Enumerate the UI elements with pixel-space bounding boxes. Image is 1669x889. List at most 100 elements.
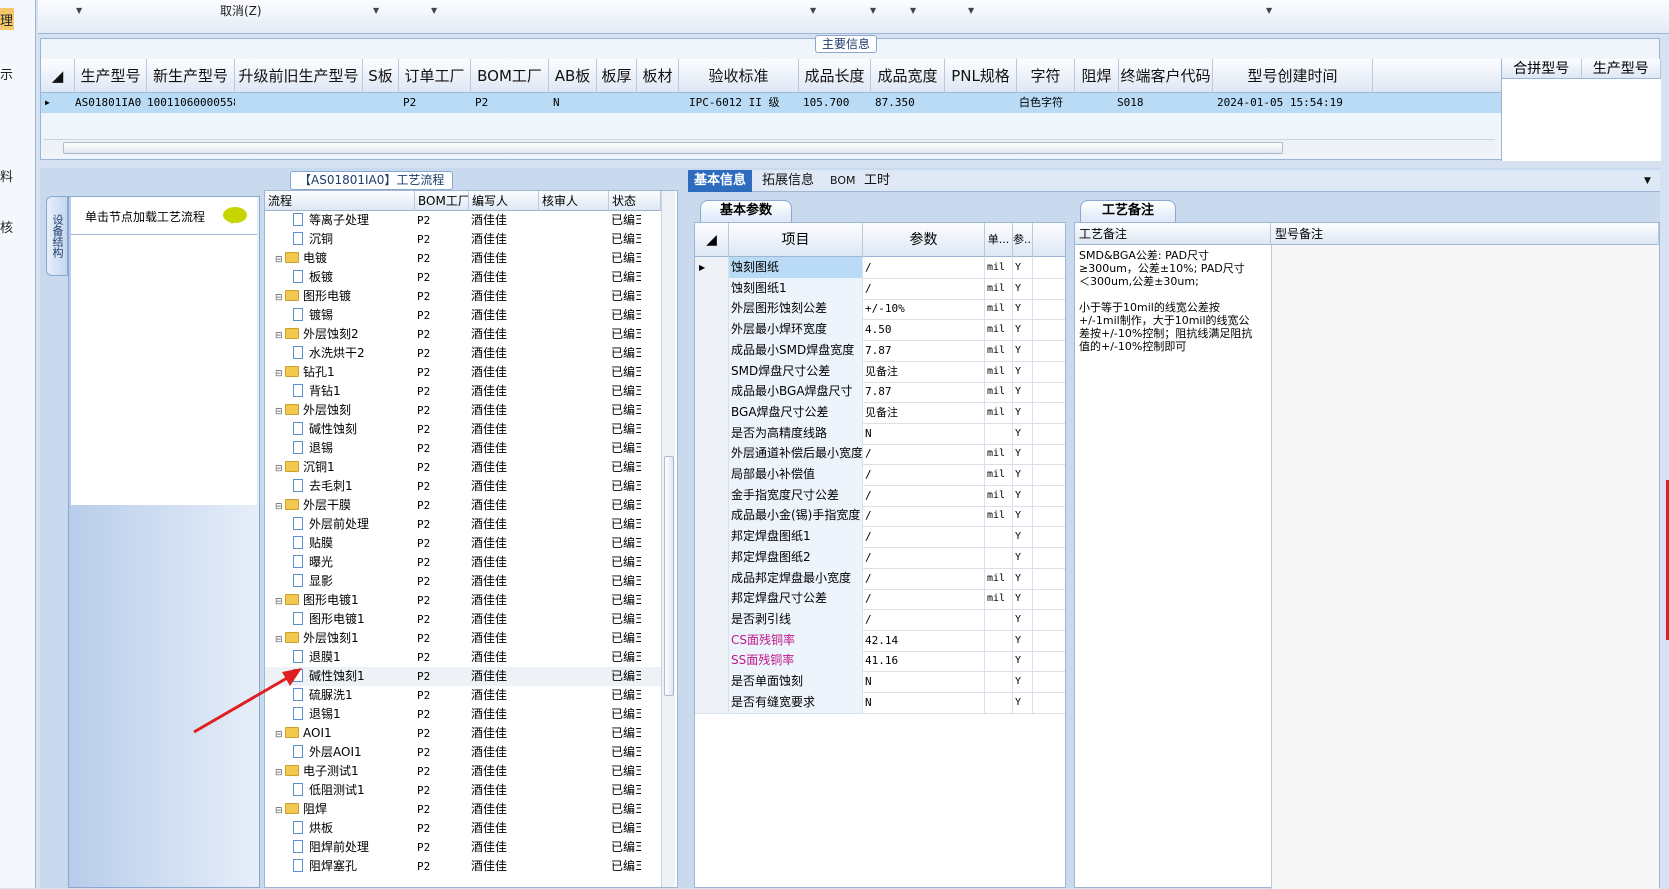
vertical-scrollbar[interactable] xyxy=(661,191,675,887)
param-value[interactable]: N xyxy=(863,422,985,444)
param-value[interactable]: / xyxy=(863,257,985,278)
dropdown-arrow-icon[interactable]: ▼ xyxy=(910,6,916,15)
cell[interactable]: P2 xyxy=(403,93,471,113)
col-header[interactable]: 核审人 xyxy=(539,191,609,211)
tab-extended-info[interactable]: 拓展信息 xyxy=(756,170,820,192)
tree-row[interactable]: 外层AOI1 P2 酒佳佳 已编Ξ xyxy=(265,743,661,762)
col-header[interactable]: BOM工厂 xyxy=(471,59,549,93)
param-value[interactable]: 见备注 xyxy=(863,401,985,423)
col-header[interactable]: 参... xyxy=(1013,223,1033,257)
col-header[interactable]: 验收标准 xyxy=(679,59,799,93)
tree-row[interactable]: 碱性蚀刻 P2 酒佳佳 已编Ξ xyxy=(265,420,661,439)
param-row[interactable]: 外层图形蚀刻公差 +/-10% mil Y xyxy=(695,298,1065,321)
cell[interactable]: 105.700 xyxy=(803,93,871,113)
tree-row[interactable]: 硫脲洗1 P2 酒佳佳 已编Ξ xyxy=(265,686,661,705)
param-value[interactable]: / xyxy=(863,546,985,568)
param-row[interactable]: 蚀刻图纸1/mil Y xyxy=(695,277,1065,300)
process-note-text[interactable]: SMD&BGA公差: PAD尺寸≥300um，公差±10%; PAD尺寸＜300… xyxy=(1079,249,1255,353)
tab-bom[interactable]: BOM xyxy=(824,170,862,192)
tree-row[interactable]: 退锡1 P2 酒佳佳 已编Ξ xyxy=(265,705,661,724)
tree-row[interactable]: 贴膜 P2 酒佳佳 已编Ξ xyxy=(265,534,661,553)
param-value[interactable]: / xyxy=(863,526,985,548)
col-header[interactable]: 状态 xyxy=(609,191,661,211)
dropdown-arrow-icon[interactable]: ▼ xyxy=(431,6,437,15)
tree-row[interactable]: ⊟ 外层蚀刻1 P2 酒佳佳 已编Ξ xyxy=(265,629,661,648)
tree-row[interactable]: 沉铜 P2 酒佳佳 已编Ξ xyxy=(265,230,661,249)
tree-row[interactable]: 背钻1 P2 酒佳佳 已编Ξ xyxy=(265,382,661,401)
param-row[interactable]: 成品最小金(锡)手指宽度 / mil Y xyxy=(695,505,1065,528)
dropdown-arrow-icon[interactable]: ▼ xyxy=(76,6,82,15)
col-header[interactable]: 板厚 xyxy=(597,59,637,93)
cell[interactable]: S018 xyxy=(1117,93,1213,113)
param-value[interactable]: / xyxy=(863,588,985,610)
cell[interactable]: AS01801IA0 xyxy=(75,93,147,113)
tree-row[interactable]: 退膜1 P2 酒佳佳 已编Ξ xyxy=(265,648,661,667)
tree-row[interactable]: 阻焊塞孔 P2 酒佳佳 已编Ξ xyxy=(265,857,661,876)
param-row[interactable]: CS面残铜率 42.14 Y xyxy=(695,629,1065,652)
param-row[interactable]: 是否单面蚀刻 N Y xyxy=(695,671,1065,693)
param-row[interactable]: 是否剥引线 / Y xyxy=(695,608,1065,631)
param-row[interactable]: 是否有缝宽要求 N Y xyxy=(695,691,1065,714)
param-row[interactable]: SS面残铜率 41.16 Y xyxy=(695,650,1065,673)
col-header[interactable]: 新生产型号 xyxy=(147,59,235,93)
cell[interactable]: 10011060000558 xyxy=(147,93,235,113)
cell[interactable]: N xyxy=(553,93,597,113)
param-value[interactable]: / xyxy=(863,484,985,506)
col-header[interactable]: AB板 xyxy=(549,59,597,93)
tree-row[interactable]: ⊟ 图形电镀 P2 酒佳佳 已编Ξ xyxy=(265,287,661,306)
col-header[interactable]: 字符 xyxy=(1017,59,1075,93)
cell[interactable] xyxy=(637,93,679,113)
param-row[interactable]: 局部最小补偿值 / mil Y xyxy=(695,464,1065,486)
tab-process-notes[interactable]: 工艺备注 xyxy=(1080,200,1176,222)
tree-row[interactable]: ⊟ 阻焊 P2 酒佳佳 已编Ξ xyxy=(265,800,661,819)
col-header[interactable]: PNL规格 xyxy=(945,59,1017,93)
tree-row[interactable]: ⊟ 外层干膜 P2 酒佳佳 已编Ξ xyxy=(265,496,661,515)
horizontal-scrollbar[interactable] xyxy=(43,139,1495,155)
tree-row[interactable]: ⊟ 钻孔1 P2 酒佳佳 已编Ξ xyxy=(265,363,661,382)
param-value[interactable]: +/-10% xyxy=(863,298,985,320)
cell[interactable]: 白色字符 xyxy=(1019,93,1075,113)
param-value[interactable]: 7.87 xyxy=(863,339,985,361)
param-row[interactable]: 成品最小BGA焊盘尺寸 7.87 mil Y xyxy=(695,381,1065,404)
param-value[interactable]: 41.16 xyxy=(863,650,985,672)
param-row[interactable]: SMD焊盘尺寸公差 见备注 mil Y xyxy=(695,360,1065,383)
param-value[interactable]: / xyxy=(863,505,985,527)
cell[interactable]: 87.350 xyxy=(875,93,945,113)
param-value[interactable]: 见备注 xyxy=(863,360,985,382)
left-nav-item-2[interactable]: 示 xyxy=(0,64,13,83)
col-header[interactable]: 参数 xyxy=(863,223,985,257)
col-header[interactable]: 订单工厂 xyxy=(399,59,471,93)
cell[interactable] xyxy=(597,93,637,113)
cell[interactable]: 2024-01-05 15:54:19 xyxy=(1217,93,1373,113)
param-value[interactable]: N xyxy=(863,671,985,692)
cancel-button[interactable]: 取消(Z) xyxy=(220,2,262,19)
param-row[interactable]: 外层通道补偿后最小宽度 / mil Y xyxy=(695,443,1065,466)
param-value[interactable]: 42.14 xyxy=(863,629,985,651)
col-header[interactable]: 编写人 xyxy=(469,191,539,211)
param-row[interactable]: 邦定焊盘尺寸公差 / mil Y xyxy=(695,588,1065,611)
left-nav-item-1[interactable]: 理 xyxy=(0,10,13,29)
model-note-area[interactable] xyxy=(1271,245,1659,889)
col-header[interactable]: 流程 xyxy=(265,191,415,211)
col-header[interactable]: 成品长度 xyxy=(799,59,871,93)
tree-row[interactable]: 低阻测试1 P2 酒佳佳 已编Ξ xyxy=(265,781,661,800)
tree-row[interactable]: 图形电镀1 P2 酒佳佳 已编Ξ xyxy=(265,610,661,629)
tree-row[interactable]: 去毛刺1 P2 酒佳佳 已编Ξ xyxy=(265,477,661,496)
cell[interactable]: P2 xyxy=(475,93,549,113)
param-row[interactable]: 外层最小焊环宽度 4.50 mil Y xyxy=(695,319,1065,342)
left-nav-item-4[interactable]: 核 xyxy=(0,217,13,236)
param-value[interactable]: 4.50 xyxy=(863,319,985,341)
col-header[interactable]: 型号备注 xyxy=(1271,223,1659,245)
col-header[interactable]: 型号创建时间 xyxy=(1213,59,1373,93)
tree-row[interactable]: ⊟ 电子测试1 P2 酒佳佳 已编Ξ xyxy=(265,762,661,781)
param-row[interactable]: 成品最小SMD焊盘宽度 7.87 mil Y xyxy=(695,339,1065,362)
col-header[interactable]: 升级前旧生产型号 xyxy=(235,59,363,93)
param-value[interactable]: / xyxy=(863,608,985,630)
cell[interactable] xyxy=(945,93,1017,113)
col-header[interactable]: 生产型号 xyxy=(75,59,147,93)
load-hint-box[interactable]: 单击节点加载工艺流程 xyxy=(71,197,257,235)
tree-row[interactable]: 镀锡 P2 酒佳佳 已编Ξ xyxy=(265,306,661,325)
col-header[interactable]: 项目 xyxy=(729,223,863,257)
col-header[interactable]: 板材 xyxy=(637,59,679,93)
col-header[interactable]: 成品宽度 xyxy=(871,59,945,93)
